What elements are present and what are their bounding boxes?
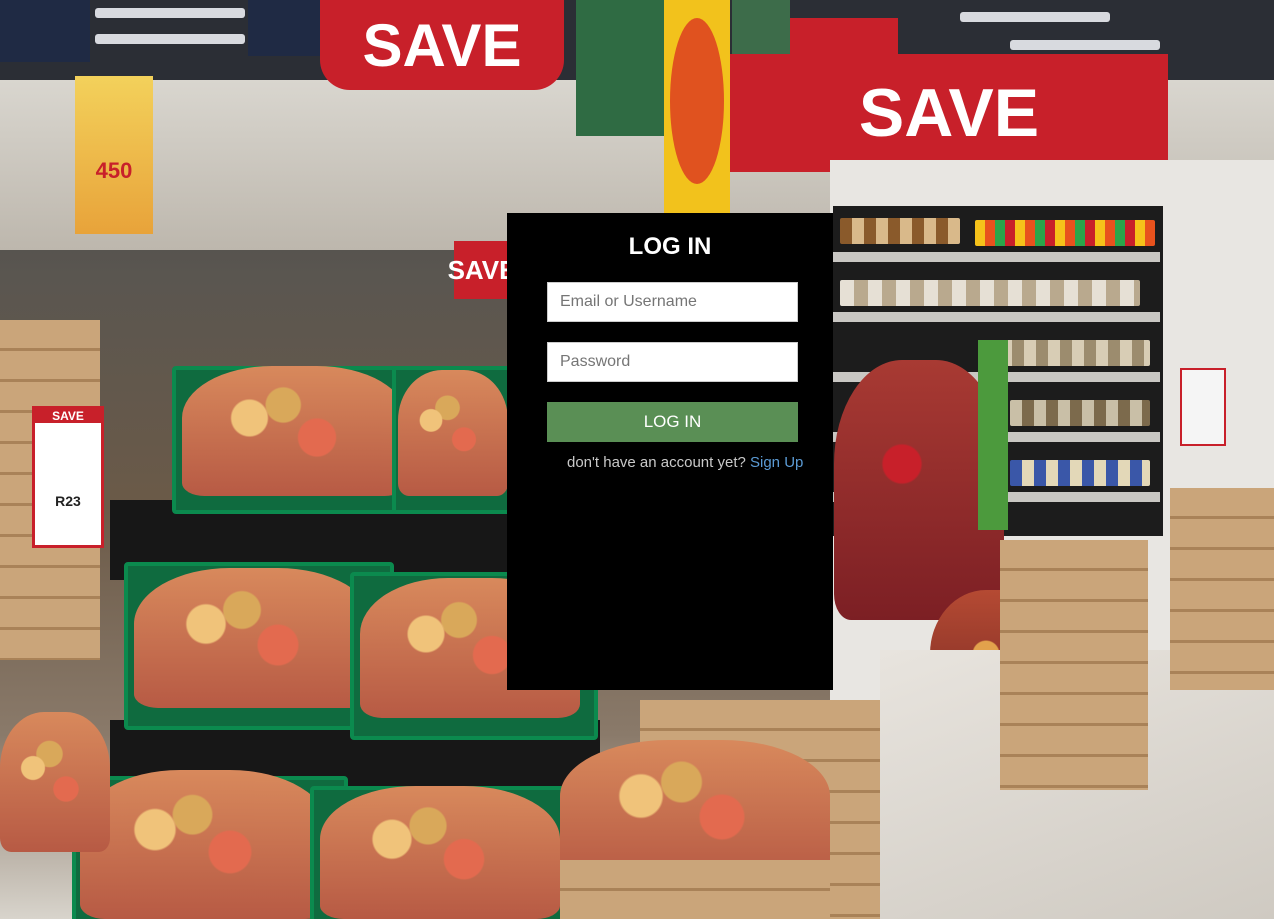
wooden-table (1170, 488, 1274, 690)
products (840, 218, 960, 244)
signup-link[interactable]: Sign Up (750, 454, 803, 471)
products (1010, 460, 1150, 486)
apples (320, 786, 560, 919)
poster: 450 (75, 76, 153, 234)
login-button[interactable]: LOG IN (547, 402, 798, 442)
orange-dot-sign (670, 18, 724, 184)
login-title: LOG IN (628, 233, 712, 260)
shelf-row (830, 252, 1160, 262)
apples (398, 370, 508, 496)
hanging-sign (0, 0, 90, 62)
signup-prompt: don't have an account yet? (567, 454, 746, 471)
ceiling-light (960, 12, 1110, 22)
price-tag: SAVE R23 (32, 406, 104, 548)
apples (182, 366, 407, 496)
apples (80, 770, 330, 919)
poster-text: 450 (95, 158, 133, 183)
products (840, 280, 1140, 306)
ceiling-light (95, 8, 245, 18)
wooden-stand (560, 860, 830, 919)
fresh-sign (576, 0, 666, 136)
shelf-row (830, 312, 1160, 322)
password-input[interactable] (547, 342, 798, 382)
signup-prompt-row: don't have an account yet? Sign Up (567, 454, 803, 471)
apples (0, 712, 110, 852)
products (1010, 400, 1150, 426)
products (975, 220, 1155, 246)
save-sign-small: SAVE (448, 241, 516, 299)
price-tag-header: SAVE (35, 409, 101, 423)
products (1000, 340, 1150, 366)
save-banner: SAVE (730, 54, 1168, 172)
ceiling-light (95, 34, 245, 44)
apples (134, 568, 374, 708)
save-sign: SAVE (320, 0, 564, 90)
email-username-input[interactable] (547, 282, 798, 322)
apples (560, 740, 830, 880)
price-tag-value: R23 (55, 493, 81, 509)
login-panel: LOG IN LOG IN don't have an account yet?… (507, 213, 833, 690)
wooden-stand (1000, 540, 1148, 790)
green-sign (978, 340, 1008, 530)
price-card (1180, 368, 1226, 446)
ceiling-light (1010, 40, 1160, 50)
